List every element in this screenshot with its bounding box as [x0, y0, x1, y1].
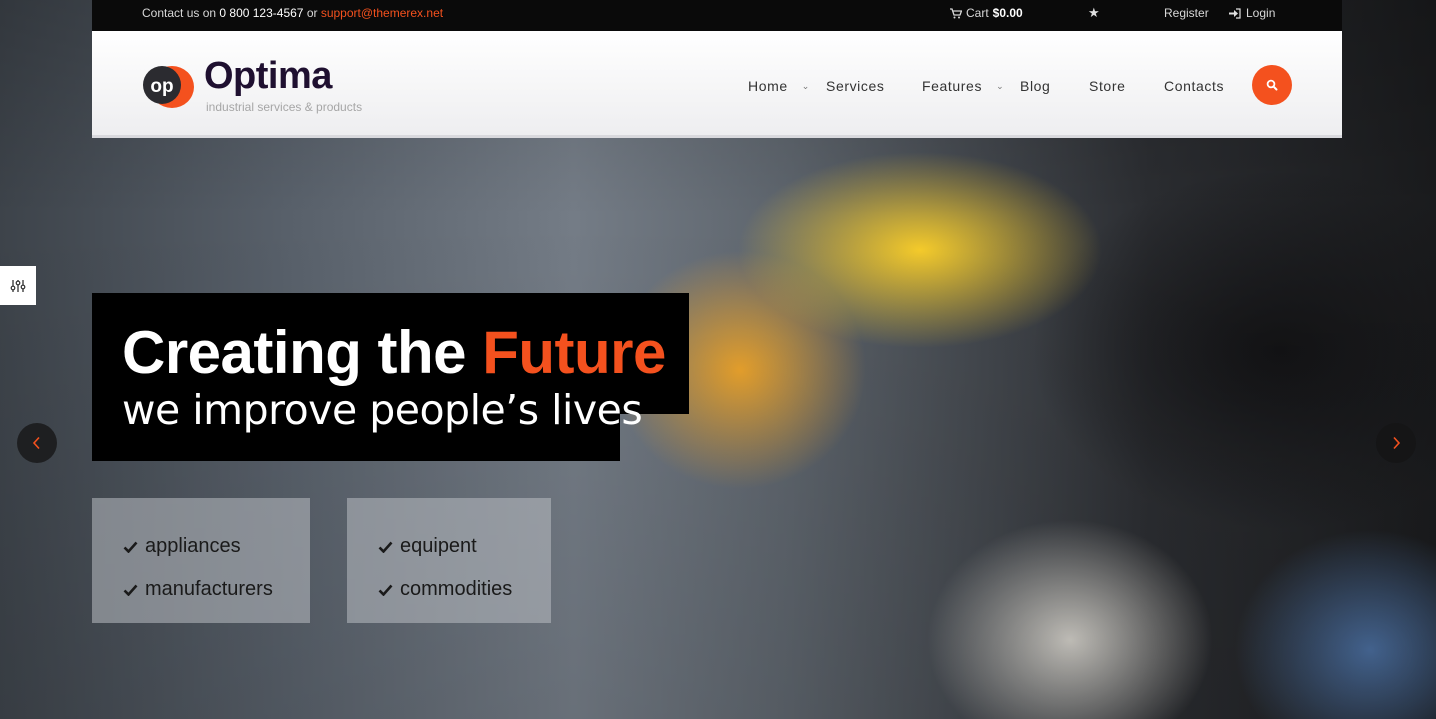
nav-item-services[interactable]: Services [826, 78, 884, 94]
register-link[interactable]: Register [1164, 6, 1209, 20]
nav-item-home[interactable]: Home ⌄ [748, 78, 810, 94]
contact-prefix: Contact us on [142, 6, 217, 20]
logo-mark[interactable]: op [142, 62, 196, 110]
nav-label: Contacts [1164, 78, 1225, 94]
check-icon [378, 541, 393, 553]
login-icon [1229, 7, 1241, 19]
site-header: op Optima industrial services & products… [92, 31, 1342, 138]
search-button[interactable] [1252, 65, 1292, 105]
chevron-left-icon [32, 436, 40, 450]
nav-label: Features [922, 78, 983, 94]
search-icon [1266, 79, 1278, 91]
cart-link[interactable]: Cart $0.00 [950, 6, 1023, 20]
contact-info: Contact us on 0 800 123-4567 or support@… [142, 6, 443, 20]
nav-label: Store [1089, 78, 1126, 94]
phone-number[interactable]: 0 800 123-4567 [219, 6, 303, 20]
feature-list-right: equipent commodities [347, 498, 551, 623]
nav-label: Services [826, 78, 885, 94]
slider-next-button[interactable] [1376, 423, 1416, 463]
logo-mark-text: op [150, 76, 173, 97]
nav-item-contacts[interactable]: Contacts [1164, 78, 1224, 94]
sliders-icon [10, 279, 26, 292]
feature-label: commodities [400, 578, 513, 600]
cart-amount: $0.00 [992, 6, 1023, 20]
nav-item-features[interactable]: Features ⌄ [922, 78, 1004, 94]
hero-title-main: Creating the [122, 319, 467, 386]
email-link[interactable]: support@themerex.net [321, 6, 443, 20]
cart-label: Cart [966, 6, 989, 20]
list-item: appliances [92, 525, 310, 568]
chevron-down-icon: ⌄ [801, 80, 810, 91]
hero-title-accent: Future [482, 319, 666, 386]
cart-icon [950, 7, 962, 18]
list-item: equipent [347, 525, 551, 568]
feature-list-left: appliances manufacturers [92, 498, 310, 623]
feature-label: appliances [145, 535, 241, 557]
list-item: commodities [347, 568, 551, 611]
top-bar: Contact us on 0 800 123-4567 or support@… [92, 0, 1342, 31]
login-label: Login [1246, 6, 1276, 20]
chevron-down-icon: ⌄ [996, 80, 1005, 91]
chevron-right-icon [1393, 436, 1401, 450]
check-icon [378, 584, 393, 596]
login-link[interactable]: Login [1229, 6, 1275, 20]
list-item: manufacturers [92, 568, 310, 611]
check-icon [123, 541, 138, 553]
star-icon[interactable]: ★ [1088, 5, 1100, 21]
logo-title[interactable]: Optima [204, 55, 332, 98]
slider-prev-button[interactable] [17, 423, 57, 463]
hero-title: Creating the Future [122, 318, 666, 387]
feature-label: manufacturers [145, 578, 273, 600]
nav-item-blog[interactable]: Blog [1020, 78, 1050, 94]
nav-item-store[interactable]: Store [1089, 78, 1125, 94]
nav-label: Home [748, 78, 788, 94]
customizer-toggle-button[interactable] [0, 266, 36, 305]
hero-subtitle: we improve people’s lives [122, 386, 643, 434]
feature-label: equipent [400, 535, 477, 557]
check-icon [123, 584, 138, 596]
logo-tagline: industrial services & products [206, 100, 363, 114]
nav-label: Blog [1020, 78, 1051, 94]
contact-or: or [306, 6, 318, 20]
